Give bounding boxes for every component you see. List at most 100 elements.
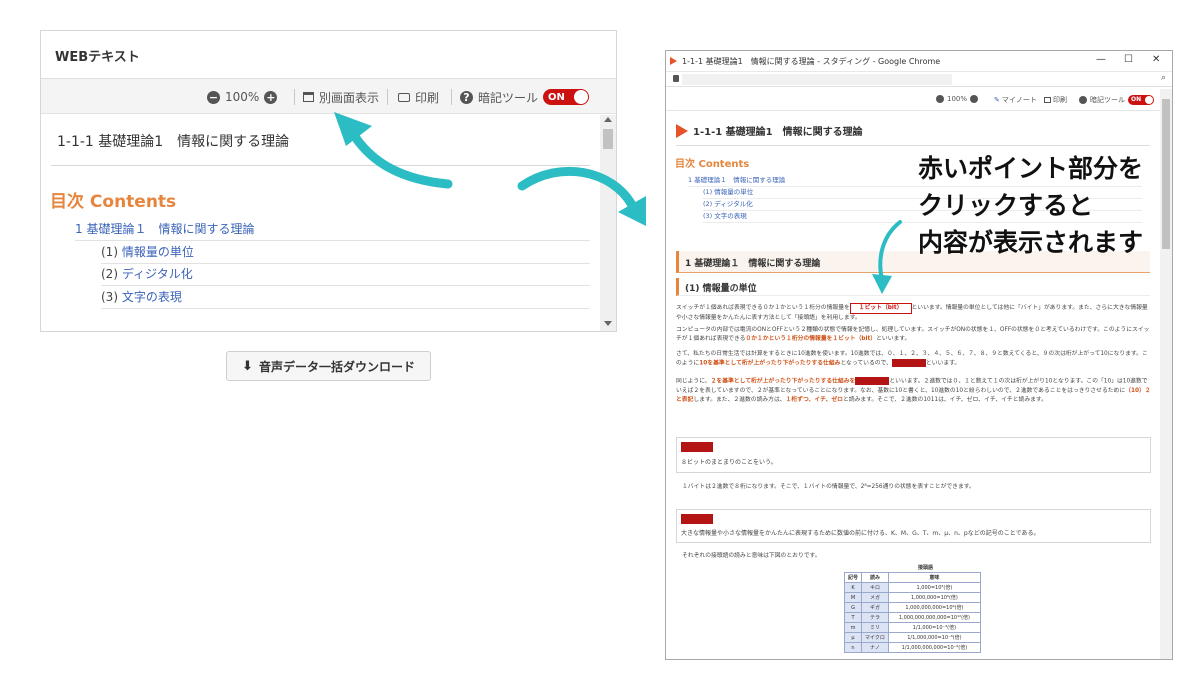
table-row: T テラ 1,000,000,000,000=10¹²(倍) [843, 612, 981, 623]
toc-heading: 目次 Contents [50, 192, 177, 212]
download-all-audio-button[interactable]: ⬇ 音声データ一括ダウンロード [226, 351, 431, 381]
search-icon[interactable]: ⌕ [1161, 73, 1166, 83]
prefix-table: 記号 読み 意味 K キロ 1,000=10³(倍) M メガ 1,000,000=10… [843, 572, 981, 653]
web-text-panel: WEBテキスト − 100% + 別画面表示 印刷 ? 暗記ツール ON 1-1… [40, 30, 617, 332]
annotation-line: 赤いポイント部分を [918, 154, 1144, 183]
toc-link[interactable]: 文字の表現 [122, 290, 182, 304]
memorize-toggle[interactable]: ON [1128, 95, 1154, 105]
zoom-out-icon[interactable]: − [207, 90, 220, 104]
toc-item[interactable]: (1) 情報量の単位 [101, 242, 590, 264]
print-button[interactable]: 印刷 [1044, 95, 1067, 105]
window-icon [303, 92, 314, 102]
hidden-point[interactable] [681, 442, 713, 452]
table-cell: メガ [861, 592, 889, 603]
my-note-label: マイノート [1001, 96, 1037, 104]
toc-item[interactable]: 1 基礎理論１ 情報に関する理論 [75, 219, 590, 241]
table-row: G ギガ 1,000,000,000=10⁹(倍) [843, 602, 981, 613]
card-text: 大きな情報量や小さな情報量をかんたんに表現するために数値の前に付ける、K、M、G… [681, 530, 1040, 537]
definition-card: ８ビットのまとまりのことをいう。 [676, 437, 1151, 473]
window-title: 1-1-1 基礎理論1 情報に関する理論 - スタディング - Google C… [682, 56, 941, 66]
toc-link[interactable]: ディジタル化 [122, 267, 193, 281]
paragraph: 同じように、２を基準として桁が上がったり下がったりする仕組みを といいます。２進数… [676, 377, 1151, 405]
table-cell: ギガ [861, 602, 889, 613]
zoom-in-icon[interactable] [970, 95, 979, 103]
toc-link[interactable]: 1 基礎理論１ 情報に関する理論 [75, 222, 254, 236]
hidden-point[interactable] [891, 359, 926, 367]
address-bar[interactable]: ⌕ [666, 71, 1172, 87]
table-cell: 1/1,000,000,000=10⁻⁹(倍) [887, 642, 981, 653]
download-icon: ⬇ [242, 358, 253, 374]
memorize-tool: ? 暗記ツール ON [460, 88, 590, 106]
scroll-up-icon[interactable] [604, 117, 612, 122]
divider [51, 165, 590, 166]
print-button[interactable]: 印刷 [398, 88, 439, 106]
table-cell: 1,000,000=10⁶(倍) [887, 592, 981, 603]
table-caption: 接頭語 [918, 565, 934, 571]
toc-item[interactable]: (3) 文字の表現 [101, 287, 590, 309]
app-logo-icon [670, 57, 677, 65]
highlight: １桁ずつ、イチ、ゼロ [785, 396, 843, 403]
panel-header: WEBテキスト [41, 31, 616, 79]
scroll-down-icon[interactable] [604, 321, 612, 326]
scroll-thumb[interactable] [603, 129, 613, 149]
edit-icon: ✎ [994, 96, 1000, 104]
memorize-tool: 暗記ツール ON [1079, 95, 1154, 105]
table-cell: テラ [861, 612, 889, 623]
revealed-point[interactable]: １ビット（bit） [849, 303, 912, 314]
highlight: ０か１かという１桁分の情報量を１ビット（bit） [745, 336, 877, 342]
table-cell: n [843, 642, 863, 653]
my-note-button[interactable]: ✎ マイノート [994, 95, 1037, 105]
table-cell: キロ [861, 582, 889, 593]
toggle-knob [1145, 96, 1153, 104]
minimize-icon[interactable]: — [1096, 54, 1106, 65]
card-text: ８ビットのまとまりのことをいう。 [681, 459, 777, 466]
maximize-icon[interactable]: ☐ [1124, 54, 1133, 65]
toggle-state: ON [1131, 96, 1142, 103]
scroll-thumb[interactable] [1162, 99, 1170, 249]
paragraph: さて、私たちの日常生活では計算をするときに10進数を使います。10進数では、０、… [676, 350, 1151, 369]
memorize-tool-label: 暗記ツール [478, 90, 539, 105]
hidden-point[interactable] [855, 377, 890, 385]
toolbar-divider [451, 89, 452, 105]
zoom-out-icon[interactable] [936, 95, 944, 103]
toc-number: (1) [101, 245, 118, 259]
printer-icon [398, 92, 410, 102]
highlight: ２を基準として桁が上がったり下がったりする仕組みを [710, 378, 856, 385]
table-cell: ミリ [861, 622, 889, 633]
hidden-point[interactable] [681, 514, 713, 524]
window-scrollbar[interactable] [1160, 89, 1172, 659]
paragraph: それぞれの接頭語の読みと意味は下図のとおりです。 [682, 553, 821, 559]
window-titlebar: 1-1-1 基礎理論1 情報に関する理論 - スタディング - Google C… [666, 51, 1172, 71]
separate-window-label: 別画面表示 [319, 90, 380, 105]
toc-link[interactable]: 情報量の単位 [122, 245, 194, 259]
paragraph: １バイトは２進数で８桁になります。そこで、１バイトの情報量で、2⁸=256通りの… [682, 484, 975, 490]
table-header: 記号 [843, 572, 863, 583]
toc-item[interactable]: (2) ディジタル化 [101, 264, 590, 286]
url-field[interactable] [682, 74, 952, 85]
zoom-level: 100% [947, 95, 968, 103]
zoom-in-icon[interactable]: + [264, 90, 278, 104]
table-row: M メガ 1,000,000=10⁶(倍) [843, 592, 981, 603]
toc-heading: 目次 Contents [675, 159, 750, 170]
doc-title: 1-1-1 基礎理論1 情報に関する理論 [57, 134, 290, 150]
table-row: n ナノ 1/1,000,000,000=10⁻⁹(倍) [843, 642, 981, 653]
table-header: 読み [861, 572, 889, 583]
separate-window-button[interactable]: 別画面表示 [303, 88, 379, 106]
memorize-toggle[interactable]: ON [543, 89, 590, 105]
paragraph: スイッチが１個あれば表現できる０か１かという１桁分の情報量を １ビット（bit）と… [676, 303, 1151, 323]
question-icon [1079, 96, 1087, 104]
panel-scrollbar[interactable] [600, 115, 616, 331]
play-icon [676, 123, 688, 138]
print-label: 印刷 [1053, 96, 1067, 104]
highlight: 10を基準として桁が上がったり下がったりする仕組み [699, 360, 841, 367]
table-cell: T [843, 612, 863, 623]
close-icon[interactable]: ✕ [1152, 54, 1160, 65]
annotation-line: 内容が表示されます [918, 228, 1144, 257]
toggle-state: ON [548, 91, 565, 103]
table-cell: ナノ [861, 642, 889, 653]
zoom-control: 100% [936, 95, 979, 103]
divider [676, 145, 1150, 146]
text: と読みます。そこで、２進数の1011は、イチ、ゼロ、イチ、イチと読みます。 [842, 396, 1047, 403]
browser-window: 1-1-1 基礎理論1 情報に関する理論 - スタディング - Google C… [665, 50, 1173, 660]
table-cell: マイクロ [861, 632, 889, 643]
